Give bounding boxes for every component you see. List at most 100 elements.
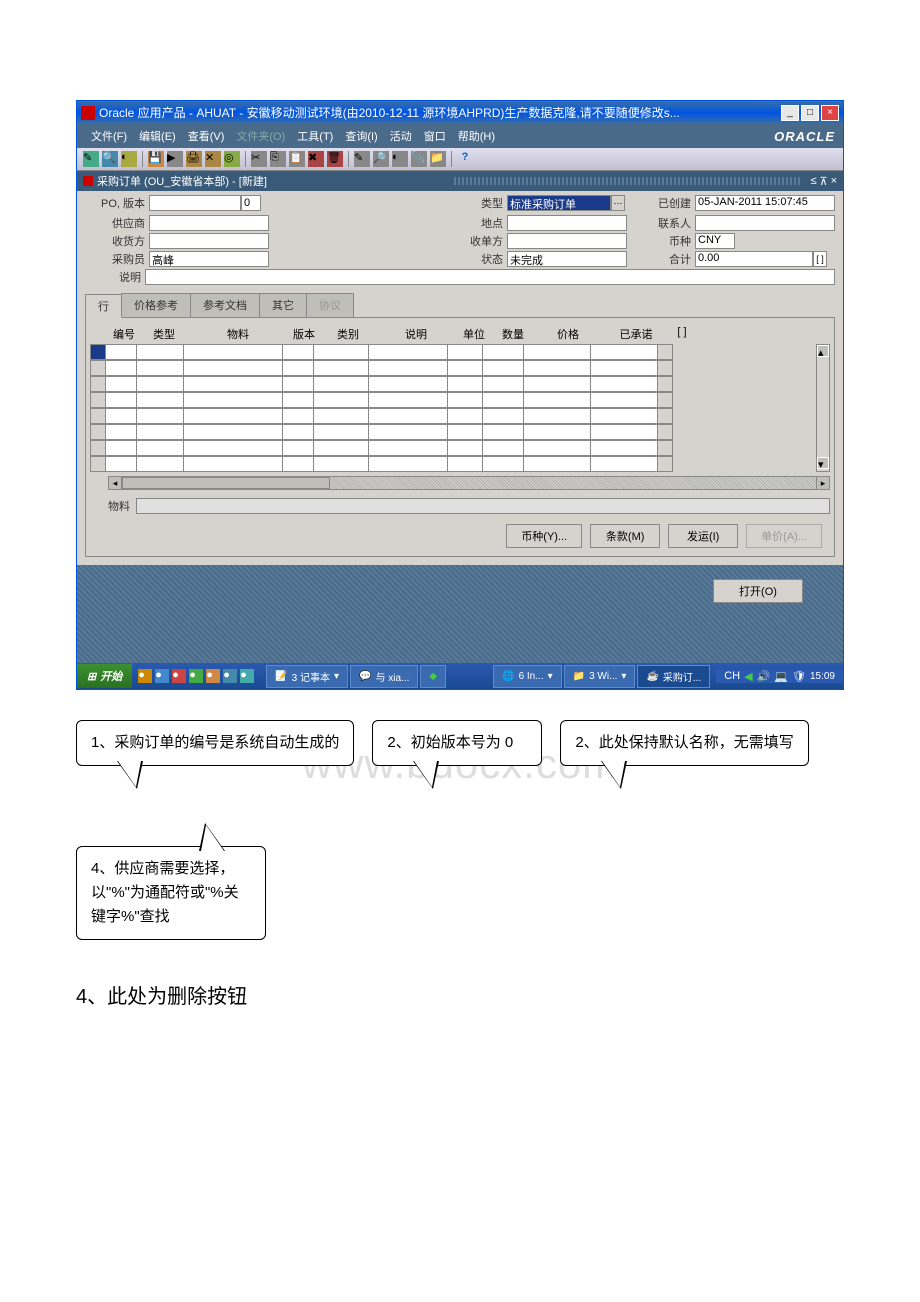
tab-price-ref[interactable]: 价格参考 [121,293,191,317]
row-selector[interactable] [90,440,106,456]
scroll-up-icon[interactable]: ▴ [817,345,829,357]
nav-icon[interactable]: ◐ [121,151,137,167]
billto-field[interactable] [507,233,627,249]
row-selector[interactable] [90,360,106,376]
cell-desc[interactable] [368,344,448,360]
next-icon[interactable]: ▶ [167,151,183,167]
zoom-icon[interactable]: 🔎 [373,151,389,167]
grid-row[interactable] [90,424,812,440]
grid-row[interactable] [90,408,812,424]
clock[interactable]: 15:09 [810,671,835,682]
close-form-icon[interactable]: ✕ [205,151,221,167]
grid-row[interactable] [90,360,812,376]
open-button[interactable]: 打开(O) [713,579,803,603]
flex-field-button[interactable]: [ ] [813,251,827,267]
ql-icon[interactable]: ● [172,669,186,683]
shipto-field[interactable] [149,233,269,249]
tray-icon[interactable]: 💻 [774,670,788,683]
scroll-thumb[interactable] [122,477,330,489]
tab-agreement[interactable]: 协议 [306,293,354,317]
delete-icon[interactable]: 🗑 [327,151,343,167]
tool-icon[interactable]: ◎ [224,151,240,167]
menu-tools[interactable]: 工具(T) [291,126,339,146]
copy-icon[interactable]: ⎘ [270,151,286,167]
help-icon[interactable]: ? [457,151,473,167]
cut-icon[interactable]: ✂ [251,151,267,167]
row-selector[interactable] [90,376,106,392]
cell-uom[interactable] [447,344,483,360]
vertical-scrollbar[interactable]: ▴ ▾ [816,344,830,472]
folder-icon[interactable]: 📁 [430,151,446,167]
row-selector[interactable] [90,392,106,408]
close-button[interactable]: × [821,105,839,121]
terms-button[interactable]: 条款(M) [590,524,660,548]
version-field[interactable] [241,195,261,211]
row-selector[interactable] [90,344,106,360]
save-icon[interactable]: 💾 [148,151,164,167]
cell-type[interactable] [136,344,184,360]
ql-icon[interactable]: ● [138,669,152,683]
form-maximize-icon[interactable]: ⊼ [820,175,828,188]
description-field[interactable] [145,269,835,285]
menu-file[interactable]: 文件(F) [85,126,133,146]
print-icon[interactable]: 🖨 [186,151,202,167]
task-item[interactable]: 📝3 记事本▾ [266,665,348,688]
find-icon[interactable]: 🔍 [102,151,118,167]
menu-help[interactable]: 帮助(H) [452,126,501,146]
grid-row[interactable] [90,440,812,456]
cell-num[interactable] [105,344,137,360]
row-selector[interactable] [90,424,106,440]
lang-indicator[interactable]: CH [724,670,740,682]
scroll-track[interactable] [121,476,817,490]
menu-edit[interactable]: 编辑(E) [133,126,182,146]
cell-promised[interactable] [590,344,658,360]
ql-icon[interactable]: ● [155,669,169,683]
po-number-field[interactable] [149,195,241,211]
menu-folder[interactable]: 文件夹(O) [230,126,291,146]
tray-icon[interactable]: 🔊 [757,670,771,683]
horizontal-scrollbar[interactable]: ◂ ▸ [90,476,830,490]
form-minimize-icon[interactable]: ≤ [810,175,816,188]
tray-icon[interactable]: ◀ [744,670,752,683]
task-item[interactable]: 🌐6 In...▾ [493,665,562,688]
clear-icon[interactable]: ✖ [308,151,324,167]
new-icon[interactable]: ✎ [83,151,99,167]
task-item[interactable]: 💬与 xia... [350,665,418,688]
site-field[interactable] [507,215,627,231]
task-item[interactable]: ◆ [420,665,446,688]
catalog-button[interactable]: 单价(A)... [746,524,822,548]
tray-icon[interactable]: 🛡 [792,670,806,683]
cell-ver[interactable] [282,344,314,360]
grid-row[interactable] [90,344,812,360]
scroll-left-icon[interactable]: ◂ [108,476,122,490]
minimize-button[interactable]: _ [781,105,799,121]
scroll-right-icon[interactable]: ▸ [816,476,830,490]
grid-row[interactable] [90,376,812,392]
menu-window[interactable]: 窗口 [418,126,452,146]
cell-cat[interactable] [313,344,369,360]
maximize-button[interactable]: □ [801,105,819,121]
attach-icon[interactable]: 📎 [411,151,427,167]
grid-row[interactable] [90,456,812,472]
paste-icon[interactable]: 📋 [289,151,305,167]
grid-row[interactable] [90,392,812,408]
ql-icon[interactable]: ● [240,669,254,683]
currency-button[interactable]: 币种(Y)... [506,524,582,548]
cell-flag[interactable] [657,344,673,360]
type-field[interactable]: 标准采购订单 [507,195,611,211]
ql-icon[interactable]: ● [223,669,237,683]
form-close-icon[interactable]: × [831,175,837,188]
tab-ref-docs[interactable]: 参考文档 [190,293,260,317]
scroll-down-icon[interactable]: ▾ [817,457,829,469]
start-button[interactable]: ⊞ 开始 [77,664,132,688]
supplier-field[interactable] [149,215,269,231]
cell-qty[interactable] [482,344,524,360]
ql-icon[interactable]: ● [206,669,220,683]
type-lov-button[interactable]: ⋯ [611,195,625,211]
tab-lines[interactable]: 行 [85,294,122,318]
tab-other[interactable]: 其它 [259,293,307,317]
menu-actions[interactable]: 活动 [384,126,418,146]
shipments-button[interactable]: 发运(I) [668,524,738,548]
menu-view[interactable]: 查看(V) [182,126,231,146]
edit-icon[interactable]: ✎ [354,151,370,167]
